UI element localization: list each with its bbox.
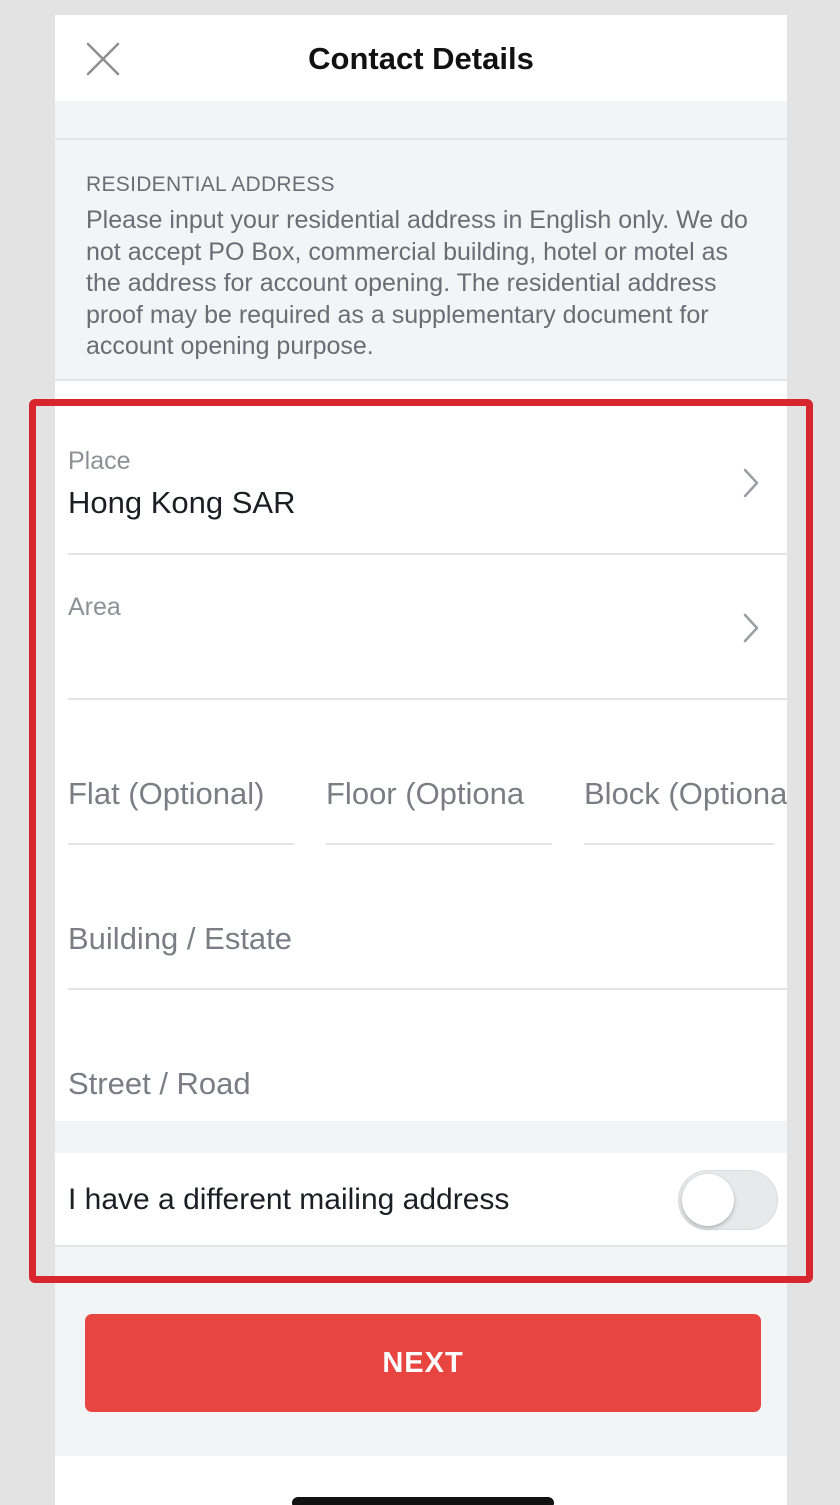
next-button[interactable]: NEXT	[85, 1314, 761, 1412]
highlight-box	[29, 399, 813, 1283]
section-description: Please input your residential address in…	[86, 206, 748, 360]
page-title: Contact Details	[308, 41, 534, 76]
bottom-bar	[55, 1456, 787, 1505]
home-indicator	[292, 1497, 554, 1505]
nav-bar: Contact Details	[55, 15, 787, 101]
section-heading: RESIDENTIAL ADDRESS	[86, 173, 335, 196]
divider	[55, 138, 787, 140]
residential-info: RESIDENTIAL ADDRESS Please input your re…	[86, 173, 766, 363]
